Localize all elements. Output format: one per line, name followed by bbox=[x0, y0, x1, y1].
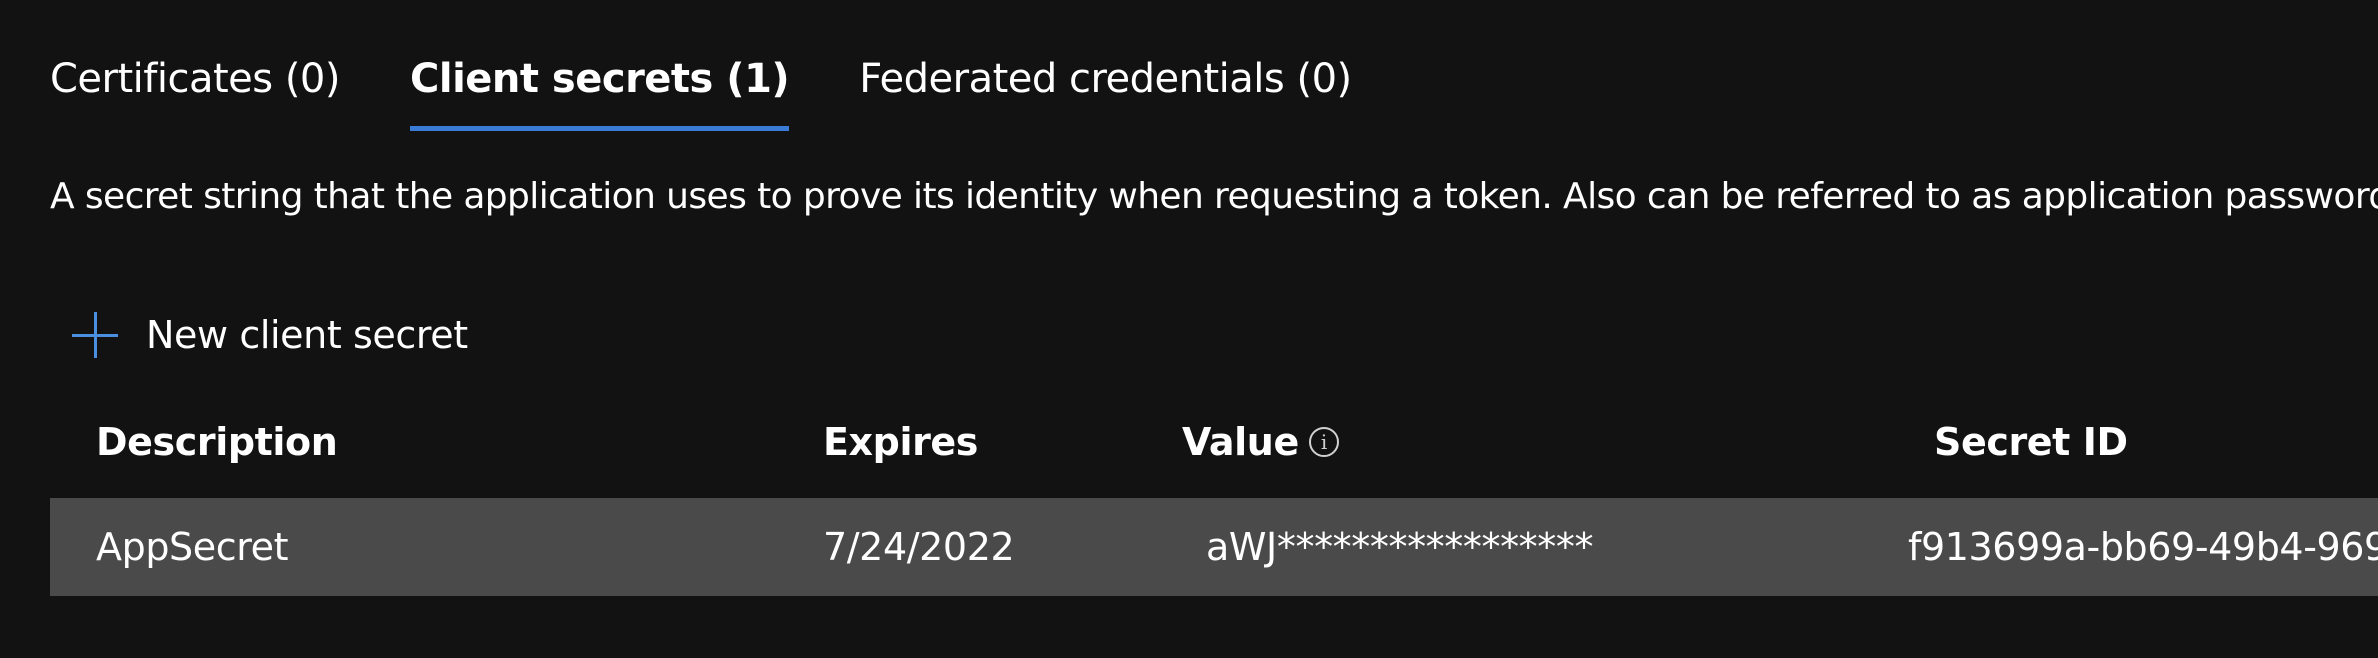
tab-client-secrets[interactable]: Client secrets (1) bbox=[410, 50, 790, 131]
tab-certificates[interactable]: Certificates (0) bbox=[50, 50, 341, 102]
plus-icon bbox=[72, 312, 118, 358]
column-header-value-label: Value bbox=[1182, 420, 1299, 464]
column-header-secret-id[interactable]: Secret ID bbox=[1934, 420, 2128, 464]
new-client-secret-label: New client secret bbox=[146, 313, 468, 357]
column-header-description[interactable]: Description bbox=[96, 420, 338, 464]
column-header-secret-id-label: Secret ID bbox=[1934, 420, 2128, 464]
secrets-table-header: Description Expires Value i Secret ID bbox=[50, 420, 2378, 480]
new-client-secret-button[interactable]: New client secret bbox=[72, 312, 468, 358]
column-header-expires[interactable]: Expires bbox=[823, 420, 978, 464]
cell-value: aWJ***************** bbox=[1206, 525, 1594, 569]
active-tab-indicator bbox=[410, 126, 790, 131]
tab-client-secrets-label: Client secrets (1) bbox=[410, 56, 790, 102]
info-icon[interactable]: i bbox=[1308, 427, 1339, 457]
section-description: A secret string that the application use… bbox=[50, 176, 2378, 217]
tab-certificates-label: Certificates (0) bbox=[50, 56, 341, 102]
cell-expires: 7/24/2022 bbox=[823, 525, 1015, 569]
tab-federated-credentials[interactable]: Federated credentials (0) bbox=[859, 50, 1352, 102]
cell-description: AppSecret bbox=[96, 525, 289, 569]
table-row[interactable]: AppSecret 7/24/2022 aWJ*****************… bbox=[50, 498, 2378, 596]
column-header-expires-label: Expires bbox=[823, 420, 979, 464]
credentials-tabs: Certificates (0) Client secrets (1) Fede… bbox=[50, 50, 1422, 136]
cell-secret-id: f913699a-bb69-49b4-969d- bbox=[1908, 525, 2378, 569]
column-header-value[interactable]: Value i bbox=[1182, 420, 1339, 464]
tab-federated-credentials-label: Federated credentials (0) bbox=[859, 56, 1352, 102]
column-header-description-label: Description bbox=[96, 420, 338, 464]
